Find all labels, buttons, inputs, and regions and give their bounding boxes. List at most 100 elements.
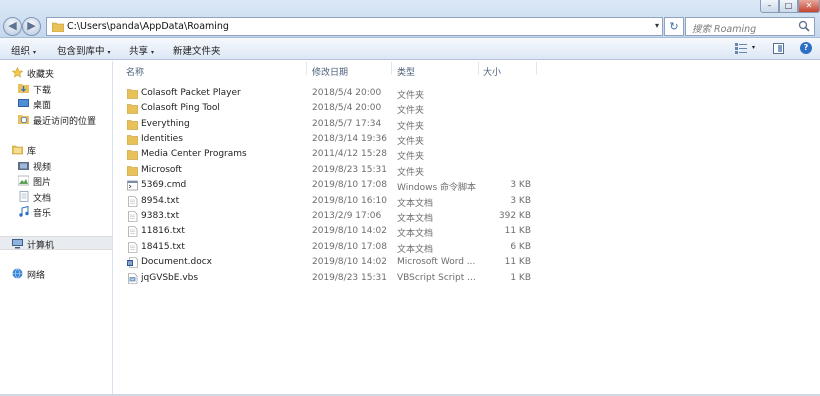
file-name: 18415.txt <box>141 242 185 252</box>
nav-network-label: 网络 <box>27 271 46 281</box>
nav-pictures[interactable]: 图片 <box>0 174 112 188</box>
videos-icon <box>18 162 29 170</box>
file-row[interactable]: jqGVSbE.vbs 2019/8/23 15:31 VBScript Scrip… <box>124 271 544 286</box>
nav-downloads-label: 下载 <box>33 86 52 96</box>
file-name: Document.docx <box>141 257 212 267</box>
file-row[interactable]: Colasoft Ping Tool 2018/5/4 20:00 文件夹 <box>124 101 544 116</box>
new-folder-button[interactable]: 新建文件夹 <box>173 43 221 57</box>
column-header-size[interactable]: 大小 <box>483 65 501 78</box>
file-row[interactable]: Everything 2018/5/7 17:34 文件夹 <box>124 117 544 132</box>
share-button[interactable]: 共享 ▾ <box>129 43 154 57</box>
file-modified: 2013/2/9 17:06 <box>312 211 382 221</box>
file-size: 6 KB <box>510 242 531 252</box>
back-button[interactable]: ◀ <box>3 17 22 36</box>
file-row[interactable]: 11816.txt 2019/8/10 14:02 文本文档 11 KB <box>124 224 544 239</box>
view-options-dropdown-icon[interactable]: ▾ <box>752 44 755 51</box>
nav-libraries[interactable]: 库 <box>0 143 112 157</box>
file-type: 文件夹 <box>397 122 425 132</box>
nav-desktop[interactable]: 桌面 <box>0 97 112 111</box>
file-list: 名称 修改日期 类型 大小 Colasoft Packet Player 2018… <box>114 61 820 396</box>
file-modified: 2018/3/14 19:36 <box>312 134 387 144</box>
file-type: Windows 命令脚本 <box>397 183 477 193</box>
nav-music[interactable]: 音乐 <box>0 205 112 219</box>
file-modified: 2018/5/4 20:00 <box>312 103 382 113</box>
nav-videos[interactable]: 视频 <box>0 159 112 173</box>
help-icon[interactable]: ? <box>800 42 812 54</box>
text-file-icon <box>128 226 138 237</box>
network-icon <box>12 268 23 279</box>
include-in-library-button[interactable]: 包含到库中 ▾ <box>57 43 111 57</box>
nav-computer-label: 计算机 <box>27 241 55 251</box>
file-row[interactable]: 5369.cmd 2019/8/10 17:08 Windows 命令脚本 3 KB <box>124 178 544 193</box>
file-row[interactable]: 8954.txt 2019/8/10 16:10 文本文档 3 KB <box>124 194 544 209</box>
nav-favorites[interactable]: 收藏夹 <box>0 66 112 80</box>
nav-recent-places-label: 最近访问的位置 <box>33 117 97 127</box>
chevron-down-icon: ▾ <box>107 49 111 56</box>
column-header-modified[interactable]: 修改日期 <box>312 65 348 78</box>
nav-documents[interactable]: 文档 <box>0 190 112 204</box>
search-placeholder: 搜索 Roaming <box>692 24 757 35</box>
column-divider[interactable] <box>391 62 392 75</box>
column-divider[interactable] <box>536 62 537 75</box>
file-modified: 2019/8/10 16:10 <box>312 196 387 206</box>
nav-recent-places[interactable]: 最近访问的位置 <box>0 113 112 127</box>
file-type: 文本文档 <box>397 199 434 209</box>
maximize-button[interactable]: □ <box>779 0 798 13</box>
share-label: 共享 <box>129 46 149 57</box>
file-modified: 2019/8/10 14:02 <box>312 257 387 267</box>
file-modified: 2019/8/10 14:02 <box>312 226 387 236</box>
computer-icon <box>12 239 23 249</box>
file-row[interactable]: Identities 2018/3/14 19:36 文件夹 <box>124 132 544 147</box>
file-type: 文本文档 <box>397 229 434 239</box>
nav-computer[interactable]: 计算机 <box>0 236 112 251</box>
refresh-button[interactable]: ↻ <box>664 17 684 36</box>
nav-music-label: 音乐 <box>33 209 52 219</box>
nav-downloads[interactable]: 下载 <box>0 82 112 96</box>
file-row[interactable]: 18415.txt 2019/8/10 17:08 文本文档 6 KB <box>124 240 544 255</box>
file-type: 文件夹 <box>397 106 425 116</box>
file-modified: 2019/8/23 15:31 <box>312 165 387 175</box>
file-name: Colasoft Ping Tool <box>141 103 220 113</box>
file-row[interactable]: Media Center Programs 2011/4/12 15:28 文件夹 <box>124 147 544 162</box>
file-row[interactable]: W Document.docx 2019/8/10 14:02 Microsoft W… <box>124 255 544 270</box>
nav-libraries-label: 库 <box>27 147 37 157</box>
organize-button[interactable]: 组织 ▾ <box>11 43 36 57</box>
nav-favorites-label: 收藏夹 <box>27 70 55 80</box>
navigation-pane: 收藏夹 下载 桌面 最近访问的位置 库 视频 图片 文档 音乐 计算机 网络 <box>0 61 113 396</box>
nav-desktop-label: 桌面 <box>33 101 52 111</box>
column-header-name[interactable]: 名称 <box>126 65 144 78</box>
nav-network[interactable]: 网络 <box>0 267 112 281</box>
file-row[interactable]: 9383.txt 2013/2/9 17:06 文本文档 392 KB <box>124 209 544 224</box>
file-name: jqGVSbE.vbs <box>141 273 199 283</box>
file-row[interactable]: Microsoft 2019/8/23 15:31 文件夹 <box>124 163 544 178</box>
column-divider[interactable] <box>478 62 479 75</box>
file-type: 文件夹 <box>397 168 425 178</box>
file-row[interactable]: Colasoft Packet Player 2018/5/4 20:00 文件夹 <box>124 86 544 101</box>
file-name: Identities <box>141 134 183 144</box>
text-file-icon <box>128 196 138 207</box>
column-divider[interactable] <box>306 62 307 75</box>
text-file-icon <box>128 242 138 253</box>
change-view-icon[interactable] <box>735 43 747 54</box>
address-input[interactable]: C:\Users\panda\AppData\Roaming ▾ <box>46 17 663 36</box>
file-name: 11816.txt <box>141 226 185 236</box>
file-modified: 2019/8/10 17:08 <box>312 242 387 252</box>
downloads-icon <box>18 84 29 93</box>
minimize-button[interactable]: – <box>760 0 779 13</box>
address-dropdown-icon[interactable]: ▾ <box>655 21 659 30</box>
search-icon[interactable] <box>798 20 810 32</box>
forward-button[interactable]: ▶ <box>22 17 41 36</box>
chevron-down-icon: ▾ <box>33 49 37 56</box>
close-button[interactable]: ✕ <box>798 0 820 13</box>
libraries-icon <box>12 145 23 155</box>
folder-icon <box>127 150 138 160</box>
file-name: 9383.txt <box>141 211 180 221</box>
recent-places-icon <box>18 115 29 124</box>
preview-pane-icon[interactable] <box>773 43 784 54</box>
search-input[interactable]: 搜索 Roaming <box>685 17 815 36</box>
file-size: 11 KB <box>504 226 531 236</box>
file-name: Microsoft <box>141 165 182 175</box>
svg-text:W: W <box>128 261 133 267</box>
column-header-type[interactable]: 类型 <box>397 65 415 78</box>
file-modified: 2018/5/7 17:34 <box>312 119 382 129</box>
